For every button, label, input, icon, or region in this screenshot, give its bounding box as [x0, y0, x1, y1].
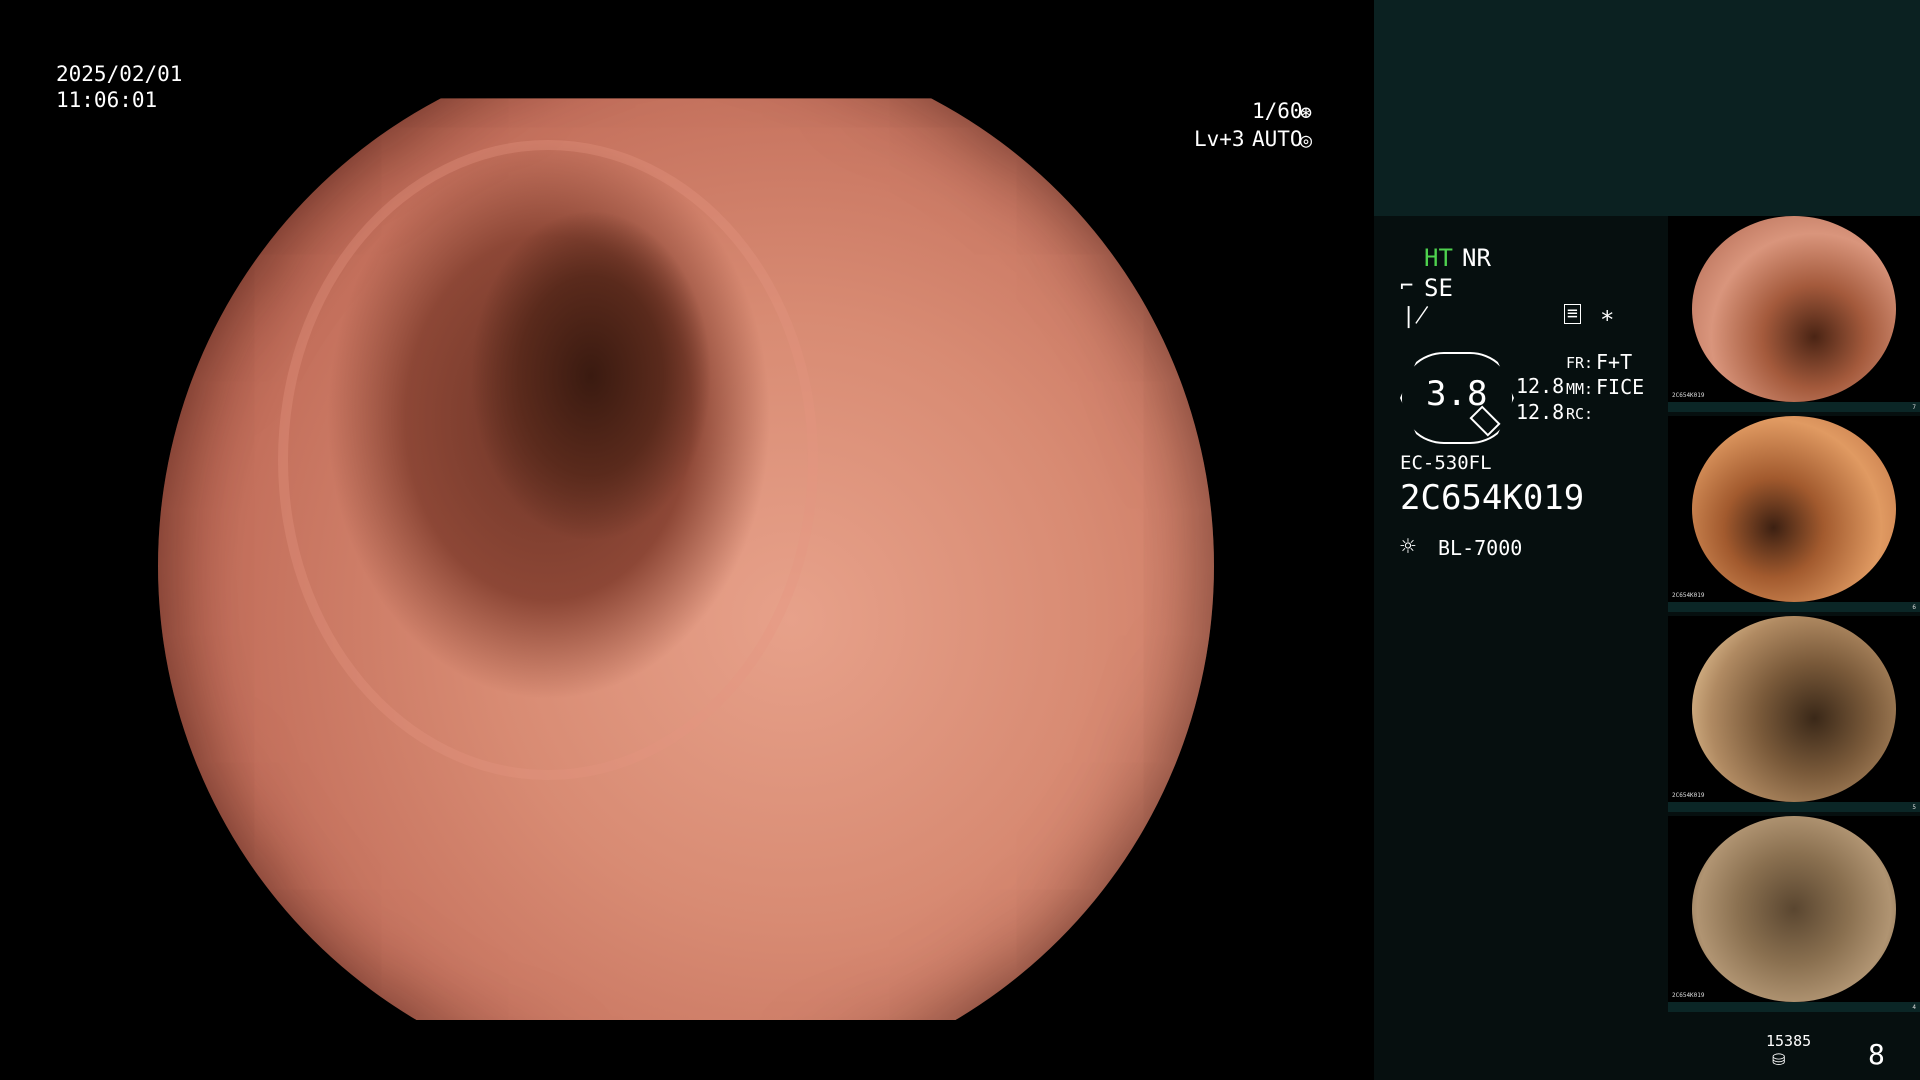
storage-count: 15385 — [1766, 1032, 1812, 1050]
thumbnail-4[interactable]: 2C654K019 4 — [1668, 816, 1920, 1012]
se-indicator: SE — [1424, 274, 1453, 302]
endoscope-view: 2025/02/01 11:06:01 1/60 ⊛ Lv+3 AUTO ◎ — [0, 0, 1374, 1080]
disk-icon: ⛁ — [1772, 1050, 1786, 1069]
nr-indicator: NR — [1462, 244, 1491, 272]
function-icon: ∤ — [1402, 304, 1429, 329]
light-source: BL-7000 — [1438, 536, 1523, 560]
star-indicator: * — [1600, 306, 1615, 334]
thumbnail-bar — [1668, 1002, 1920, 1012]
light-icon: ☼ — [1400, 532, 1416, 562]
endoscope-image — [158, 98, 1214, 1020]
mucosal-fold — [278, 140, 818, 780]
thumbnail-image — [1692, 816, 1896, 1002]
scope-serial: 2C654K019 — [1400, 478, 1585, 518]
thumbnail-image — [1692, 416, 1896, 602]
thumbnail-bar — [1668, 402, 1920, 412]
auto-icon: ◎ — [1300, 128, 1313, 152]
thumbnail-bar — [1668, 602, 1920, 612]
mm-value: FICE — [1596, 375, 1645, 399]
image-count: 8 — [1868, 1038, 1885, 1071]
panel-header — [1374, 0, 1920, 216]
scope-tip-icon: ⌐ — [1400, 274, 1414, 299]
shutter-speed: 1/60 — [1252, 99, 1303, 123]
thumbnail-index: 6 — [1912, 604, 1916, 611]
thumbnail-2[interactable]: 2C654K019 6 — [1668, 416, 1920, 612]
ht-indicator: HT — [1424, 244, 1453, 272]
thumbnail-1[interactable]: 2C654K019 7 — [1668, 216, 1920, 412]
thumbnail-image — [1692, 216, 1896, 402]
rc-label: RC: — [1566, 405, 1594, 423]
exposure-mode: AUTO — [1252, 127, 1303, 151]
thumbnail-bar — [1668, 802, 1920, 812]
thumbnail-index: 4 — [1912, 1004, 1916, 1011]
thumbnail-index: 7 — [1912, 404, 1916, 411]
mm-label: MM: — [1566, 380, 1594, 398]
thumbnail-serial: 2C654K019 — [1672, 592, 1705, 599]
scope-model: EC-530FL — [1400, 452, 1492, 474]
thumbnail-serial: 2C654K019 — [1672, 992, 1705, 999]
shutter-icon: ⊛ — [1300, 100, 1313, 124]
thumbnail-image — [1692, 616, 1896, 802]
date-label: 2025/02/01 — [56, 62, 183, 86]
thumbnail-index: 5 — [1912, 804, 1916, 811]
value-1: 12.8 — [1516, 374, 1565, 398]
time-label: 11:06:01 — [56, 88, 158, 112]
thumbnail-3[interactable]: 2C654K019 5 — [1668, 616, 1920, 812]
fr-label: FR: — [1566, 354, 1594, 372]
fr-value: F+T — [1596, 350, 1633, 374]
value-2: 12.8 — [1516, 400, 1565, 424]
thumbnail-serial: 2C654K019 — [1672, 392, 1705, 399]
thumbnail-serial: 2C654K019 — [1672, 792, 1705, 799]
storage-icon: ≡ — [1564, 304, 1581, 324]
exposure-level: Lv+3 — [1194, 127, 1245, 151]
